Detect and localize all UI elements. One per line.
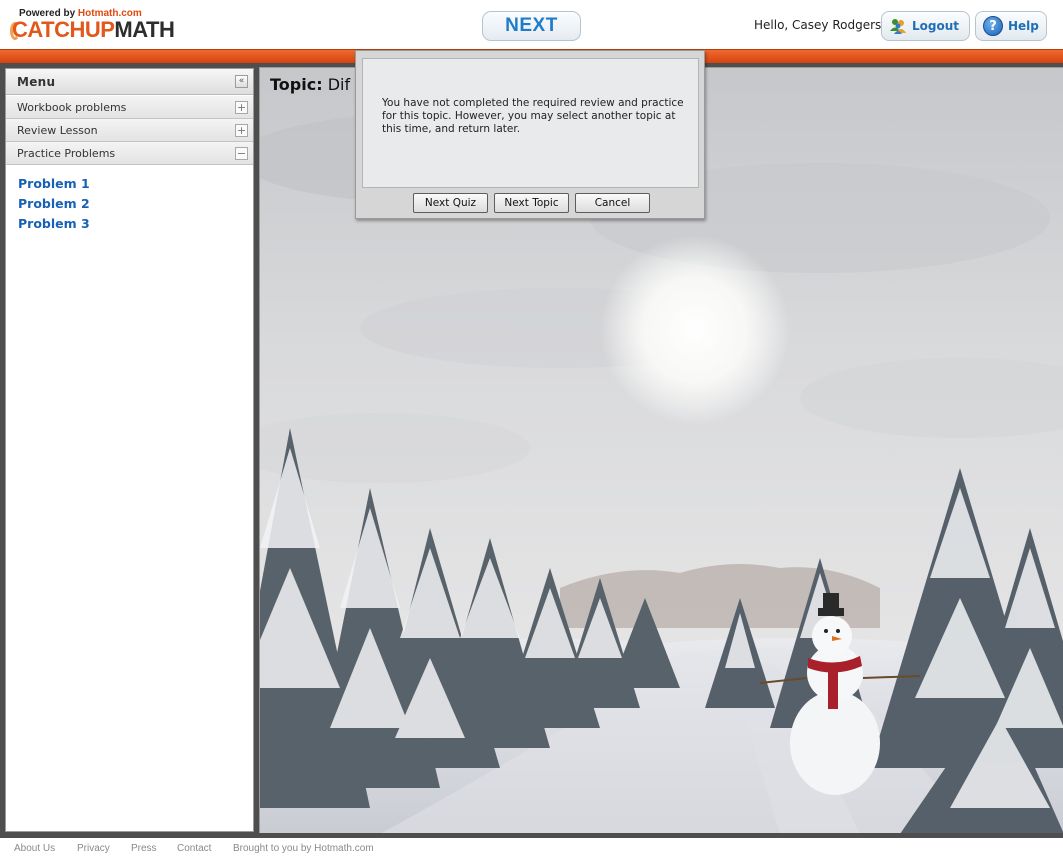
dialog-message-panel: You have not completed the required revi… bbox=[362, 58, 699, 188]
user-greeting: Hello, Casey Rodgers bbox=[754, 18, 882, 32]
sidebar-menu: Menu « Workbook problems + Review Lesson… bbox=[5, 68, 254, 832]
problem-link-3[interactable]: Problem 3 bbox=[18, 214, 90, 234]
next-quiz-button[interactable]: Next Quiz bbox=[413, 193, 488, 213]
collapse-menu-icon[interactable]: « bbox=[235, 75, 248, 88]
sidebar-item-label: Review Lesson bbox=[17, 124, 98, 137]
incomplete-topic-dialog: You have not completed the required revi… bbox=[355, 50, 705, 219]
cancel-button[interactable]: Cancel bbox=[575, 193, 650, 213]
footer-link-about-us[interactable]: About Us bbox=[14, 843, 55, 854]
logout-button[interactable]: Logout bbox=[881, 11, 970, 41]
help-label: Help bbox=[1008, 19, 1039, 33]
help-button[interactable]: ? Help bbox=[975, 11, 1047, 41]
collapse-icon[interactable]: − bbox=[235, 147, 248, 160]
practice-problem-list: Problem 1 Problem 2 Problem 3 bbox=[18, 174, 90, 234]
logout-label: Logout bbox=[912, 19, 960, 33]
sidebar-item-label: Workbook problems bbox=[17, 101, 127, 114]
footer-link-privacy[interactable]: Privacy bbox=[77, 843, 110, 854]
app-header: Powered by Hotmath.com CATCHUPMATH NEXT … bbox=[0, 0, 1063, 49]
next-button[interactable]: NEXT bbox=[482, 11, 581, 41]
catchupmath-logo[interactable]: Powered by Hotmath.com CATCHUPMATH bbox=[10, 8, 182, 44]
problem-link-1[interactable]: Problem 1 bbox=[18, 174, 90, 194]
footer-link-hotmath[interactable]: Brought to you by Hotmath.com bbox=[233, 843, 374, 854]
menu-header: Menu « bbox=[6, 69, 253, 95]
sidebar-item-practice-problems[interactable]: Practice Problems − bbox=[6, 142, 253, 165]
expand-icon[interactable]: + bbox=[235, 124, 248, 137]
footer-link-contact[interactable]: Contact bbox=[177, 843, 211, 854]
topic-title: Topic: Dif bbox=[270, 75, 351, 94]
menu-title: Menu bbox=[17, 75, 56, 89]
help-icon: ? bbox=[983, 16, 1003, 36]
sidebar-item-workbook-problems[interactable]: Workbook problems + bbox=[6, 96, 253, 119]
sidebar-item-review-lesson[interactable]: Review Lesson + bbox=[6, 119, 253, 142]
page-footer: About Us Privacy Press Contact Brought t… bbox=[0, 838, 1063, 859]
logo-wordmark: CATCHUPMATH bbox=[12, 17, 175, 42]
footer-link-press[interactable]: Press bbox=[131, 843, 157, 854]
expand-icon[interactable]: + bbox=[235, 101, 248, 114]
dialog-message: You have not completed the required revi… bbox=[382, 97, 684, 135]
sidebar-item-label: Practice Problems bbox=[17, 147, 116, 160]
users-icon bbox=[889, 17, 907, 35]
problem-link-2[interactable]: Problem 2 bbox=[18, 194, 90, 214]
next-topic-button[interactable]: Next Topic bbox=[494, 193, 569, 213]
